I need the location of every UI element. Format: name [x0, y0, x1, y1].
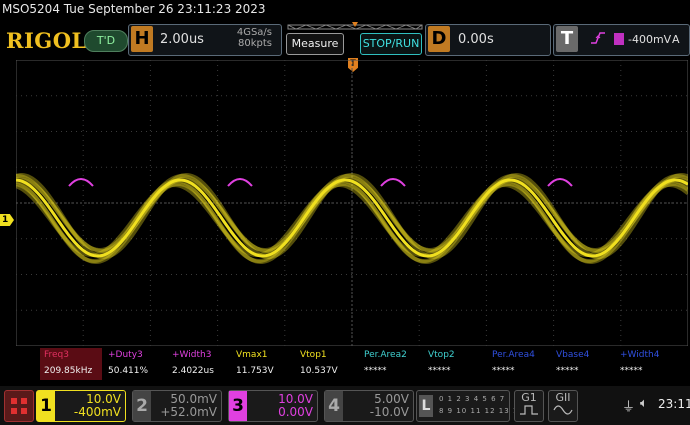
channel-settings: 10.0V -400mV — [74, 393, 121, 419]
measurement-label: +Width3 — [172, 350, 212, 360]
measurement-label: +Width4 — [620, 350, 660, 360]
measurement-label: Vmax1 — [236, 350, 268, 360]
system-menu-button[interactable] — [4, 390, 34, 422]
status-clock: 23:11 — [658, 397, 690, 411]
channel-settings: 50.0mV +52.0mV — [160, 393, 217, 419]
measurement-label: Per.Area2 — [364, 350, 407, 360]
device-title: MSO5204 Tue September 26 23:11:23 2023 — [2, 2, 266, 16]
timebase-value: 2.00us — [160, 32, 204, 47]
channel-number: 3 — [229, 391, 247, 421]
trigger-status-badge: T'D — [84, 30, 128, 52]
channel-number: 2 — [133, 391, 151, 421]
measurement-item[interactable]: +Duty3 50.411% — [104, 348, 166, 380]
measurement-item[interactable]: +Width3 2.4022us — [168, 348, 230, 380]
logic-row-low: 0 1 2 3 4 5 6 7 — [439, 395, 506, 403]
measurement-value: ***** — [492, 366, 515, 376]
trigger-button[interactable]: T — [556, 26, 578, 52]
measurement-value: ***** — [364, 366, 387, 376]
bottom-status-bar: 1 10.0V -400mV 2 50.0mV +52.0mV 3 10.0V 0.00V 4 5.… — [0, 386, 690, 425]
trigger-mode-value: A — [672, 33, 680, 46]
ch3-trace — [547, 178, 573, 187]
channel-offset: +52.0mV — [160, 405, 217, 419]
trigger-source-marker — [614, 33, 624, 45]
sample-rate: 4GSa/s — [236, 27, 272, 38]
grid-lines — [16, 60, 688, 346]
measurement-label: Per.Area4 — [492, 350, 535, 360]
channel-offset: 0.00V — [278, 405, 313, 419]
measurement-item[interactable]: Vtop2 ***** — [424, 348, 486, 380]
measurement-value: ***** — [620, 366, 643, 376]
measurement-value: 11.753V — [236, 366, 274, 376]
channel-1-panel[interactable]: 1 10.0V -400mV — [36, 390, 126, 422]
measurement-value: 10.537V — [300, 366, 338, 376]
rising-edge-icon — [590, 31, 606, 49]
measurement-item[interactable]: Vbase4 ***** — [552, 348, 614, 380]
top-control-bar: RIGOL T'D H 2.00us 4GSa/s 80kpts Measure… — [0, 22, 690, 58]
logic-label: L — [419, 395, 433, 417]
measurement-label: Vtop1 — [300, 350, 327, 360]
channel-3-panel[interactable]: 3 10.0V 0.00V — [228, 390, 318, 422]
ch3-trace — [227, 178, 253, 187]
channel-4-panel[interactable]: 4 5.00V -10.0V — [324, 390, 414, 422]
usb-icon: ⏚ — [622, 400, 636, 415]
measurement-item[interactable]: Vtop1 10.537V — [296, 348, 358, 380]
delay-value: 0.00s — [458, 32, 494, 47]
trigger-level-value: -400mV — [628, 33, 672, 46]
ch3-trace — [68, 178, 94, 187]
generator-1-button[interactable]: G1 — [514, 390, 544, 422]
speaker-icon[interactable]: 🔈︎ — [640, 396, 648, 411]
measurement-value: ***** — [428, 366, 451, 376]
memory-position-bar — [287, 22, 423, 30]
measurement-item[interactable]: Freq3 209.85kHz — [40, 348, 102, 380]
measure-button[interactable]: Measure — [286, 33, 344, 55]
channel-offset: -400mV — [73, 405, 121, 419]
memory-depth: 80kpts — [238, 38, 272, 49]
measurement-label: +Duty3 — [108, 350, 143, 360]
ch3-trace — [380, 178, 406, 187]
waveform-display[interactable] — [16, 60, 688, 346]
channel-number: 1 — [37, 391, 55, 421]
channel-offset: -10.0V — [369, 405, 409, 419]
measurement-item[interactable]: Per.Area4 ***** — [488, 348, 550, 380]
horizontal-button[interactable]: H — [131, 26, 153, 52]
ch1-offset-marker[interactable]: 1 — [0, 214, 14, 226]
square-wave-icon — [520, 405, 538, 415]
measurement-value: ***** — [556, 366, 579, 376]
measurement-label: Vtop2 — [428, 350, 455, 360]
channel-number: 4 — [325, 391, 343, 421]
generator-1-label: G1 — [521, 391, 537, 404]
measurement-bar: Freq3 209.85kHz +Duty3 50.411% +Width3 2.4022… — [40, 348, 688, 380]
measurement-value: 50.411% — [108, 366, 149, 376]
stop-run-button[interactable]: STOP/RUN — [360, 33, 422, 55]
channel-settings: 10.0V 0.00V — [278, 393, 313, 419]
generator-2-button[interactable]: GII — [548, 390, 578, 422]
acquisition-info: 4GSa/s 80kpts — [232, 27, 272, 49]
measurement-value: 2.4022us — [172, 366, 214, 376]
measurement-item[interactable]: +Width4 ***** — [616, 348, 678, 380]
measurement-value: 209.85kHz — [44, 366, 93, 376]
measurement-item[interactable]: Vmax1 11.753V — [232, 348, 294, 380]
sine-wave-icon — [553, 405, 573, 415]
measurement-label: Freq3 — [44, 350, 70, 360]
measurement-item[interactable]: Per.Area2 ***** — [360, 348, 422, 380]
measurement-label: Vbase4 — [556, 350, 590, 360]
rigol-logo: RIGOL — [6, 28, 87, 53]
channel-settings: 5.00V -10.0V — [370, 393, 409, 419]
generator-2-label: GII — [555, 391, 571, 404]
channel-2-panel[interactable]: 2 50.0mV +52.0mV — [132, 390, 222, 422]
grid-menu-icon — [11, 398, 27, 414]
delay-button[interactable]: D — [428, 26, 450, 52]
logic-channels-panel[interactable]: L 0 1 2 3 4 5 6 7 8 9 10 11 12 13 14 15 — [416, 390, 537, 422]
